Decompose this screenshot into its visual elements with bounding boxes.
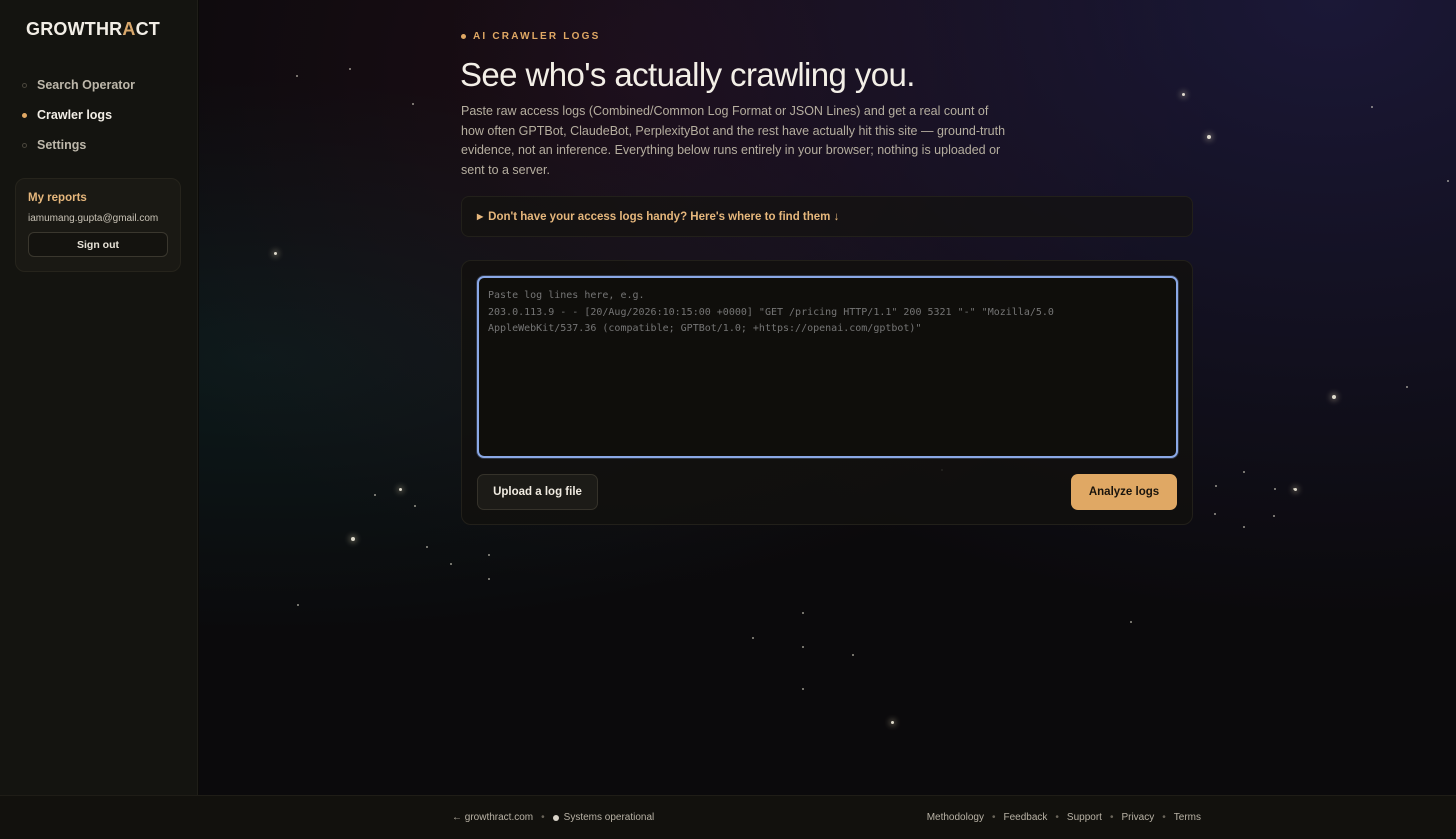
sign-out-button[interactable]: Sign out: [28, 232, 168, 257]
bullet-icon: [461, 34, 466, 39]
footer-link-terms[interactable]: Terms: [1174, 812, 1201, 823]
star-decoration: [297, 604, 299, 606]
star-decoration: [1243, 526, 1245, 528]
footer-separator: •: [1055, 812, 1059, 823]
sidebar-item-label: Settings: [37, 138, 87, 152]
star-decoration: [274, 252, 277, 255]
star-decoration: [1406, 386, 1408, 388]
back-to-site-link[interactable]: ← growthract.com: [452, 812, 533, 823]
footer-left: ← growthract.com • Systems operational: [452, 812, 654, 823]
star-decoration: [1332, 395, 1336, 399]
page-description: Paste raw access logs (Combined/Common L…: [461, 104, 1006, 177]
nav-dot-icon: [22, 82, 27, 88]
analyze-logs-button[interactable]: Analyze logs: [1071, 474, 1177, 510]
sidebar-item-crawler-logs[interactable]: Crawler logs: [22, 100, 135, 130]
star-decoration: [1273, 515, 1275, 517]
star-decoration: [1207, 135, 1211, 139]
footer-separator: •: [991, 812, 996, 823]
footer: ← growthract.com • Systems operational M…: [0, 795, 1456, 839]
triangle-right-icon: ▶: [477, 212, 484, 221]
star-decoration: [802, 612, 804, 614]
disclosure-label: Don't have your access logs handy? Here'…: [488, 210, 840, 223]
logo-text-accent: A: [122, 19, 136, 39]
status-dot-icon: [552, 814, 559, 821]
star-decoration: [852, 654, 854, 656]
footer-link-methodology[interactable]: Methodology: [927, 812, 984, 823]
star-decoration: [412, 103, 414, 105]
nav-dot-icon: [22, 142, 27, 148]
footer-link-support[interactable]: Support: [1067, 812, 1102, 823]
star-decoration: [399, 488, 402, 491]
my-reports-card: My reports iamumang.gupta@gmail.com Sign…: [15, 178, 181, 272]
sidebar: GROWTHRACT Search Operator Crawler logs …: [0, 0, 198, 795]
logo-text-main: GROWTHR: [26, 19, 123, 39]
star-decoration: [1447, 180, 1449, 182]
page-title: See who's actually crawling you.: [460, 56, 915, 93]
footer-separator: •: [1109, 812, 1114, 823]
star-decoration: [802, 688, 804, 690]
footer-separator: •: [1162, 812, 1166, 823]
log-input-panel: Upload a log file Analyze logs: [461, 260, 1193, 525]
nav-dot-icon: [22, 112, 27, 118]
footer-separator: •: [541, 812, 545, 823]
sidebar-item-settings[interactable]: Settings: [22, 130, 135, 160]
star-decoration: [802, 646, 804, 648]
section-eyebrow: AI CRAWLER LOGS: [461, 31, 600, 42]
brand-logo[interactable]: GROWTHRACT: [26, 19, 160, 40]
star-decoration: [414, 505, 416, 507]
star-decoration: [450, 563, 452, 565]
footer-link-privacy[interactable]: Privacy: [1121, 812, 1154, 823]
star-decoration: [1243, 471, 1245, 473]
star-decoration: [1274, 488, 1276, 490]
star-decoration: [1294, 488, 1297, 491]
sidebar-item-label: Crawler logs: [37, 108, 113, 122]
footer-links: Methodology • Feedback • Support • Priva…: [927, 812, 1201, 823]
my-reports-title[interactable]: My reports: [28, 192, 168, 204]
user-email: iamumang.gupta@gmail.com: [28, 213, 159, 224]
sidebar-item-label: Search Operator: [37, 78, 135, 92]
star-decoration: [349, 68, 351, 70]
star-decoration: [374, 494, 376, 496]
footer-link-feedback[interactable]: Feedback: [1003, 812, 1047, 823]
main-content: AI CRAWLER LOGS See who's actually crawl…: [199, 0, 1456, 795]
eyebrow-text: AI CRAWLER LOGS: [473, 31, 601, 42]
upload-log-file-button[interactable]: Upload a log file: [477, 474, 598, 510]
star-decoration: [351, 537, 355, 541]
star-decoration: [1371, 106, 1373, 108]
star-decoration: [1130, 621, 1132, 623]
logo-text-tail: CT: [135, 19, 160, 39]
star-decoration: [891, 721, 894, 724]
sidebar-nav: Search Operator Crawler logs Settings: [22, 70, 135, 160]
system-status: Systems operational: [563, 812, 655, 823]
star-decoration: [488, 554, 490, 556]
access-logs-help-disclosure[interactable]: ▶ Don't have your access logs handy? Her…: [461, 196, 1193, 237]
sidebar-item-search-operator[interactable]: Search Operator: [22, 70, 135, 100]
star-decoration: [426, 546, 428, 548]
star-decoration: [1214, 513, 1216, 515]
log-lines-textarea[interactable]: [477, 276, 1178, 458]
star-decoration: [488, 578, 490, 580]
star-decoration: [1182, 93, 1185, 96]
star-decoration: [296, 75, 298, 77]
star-decoration: [1215, 485, 1217, 487]
star-decoration: [752, 637, 754, 639]
